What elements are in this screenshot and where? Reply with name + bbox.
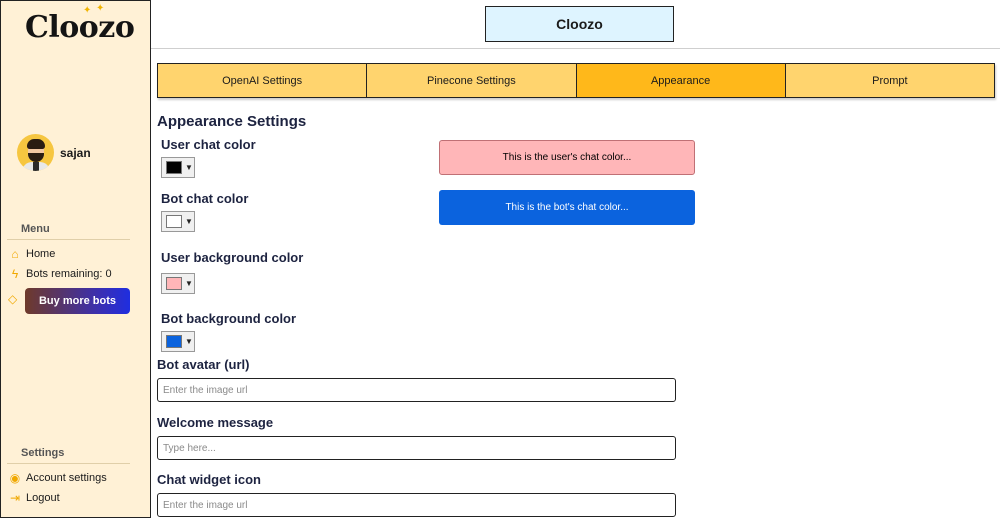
username: sajan <box>60 145 91 160</box>
user-chat-preview: This is the user's chat color... <box>439 140 695 175</box>
page-title: Cloozo <box>485 6 674 42</box>
sidebar-item-account-settings[interactable]: ◉ Account settings <box>8 471 107 485</box>
tab-prompt[interactable]: Prompt <box>785 64 994 97</box>
avatar <box>17 134 54 171</box>
sidebar: Cloozo ✦ ✦ sajan Menu ⌂ Home ϟ Bots rema… <box>0 0 151 518</box>
caret-down-icon: ▼ <box>185 337 193 346</box>
divider <box>7 463 130 464</box>
home-icon: ⌂ <box>11 247 19 261</box>
settings-tabs: OpenAI Settings Pinecone Settings Appear… <box>157 63 995 98</box>
bot-chat-color-label: Bot chat color <box>161 191 249 206</box>
color-swatch <box>166 161 182 174</box>
buy-more-bots-button[interactable]: Buy more bots <box>25 288 130 314</box>
bot-avatar-label: Bot avatar (url) <box>157 357 250 372</box>
color-swatch <box>166 277 182 290</box>
bot-avatar-url-input[interactable] <box>157 378 676 402</box>
sidebar-item-label: Account settings <box>26 472 107 484</box>
tab-pinecone-settings[interactable]: Pinecone Settings <box>367 64 577 97</box>
color-swatch <box>166 335 182 348</box>
header-divider <box>151 48 1000 49</box>
section-heading: Appearance Settings <box>157 113 307 130</box>
welcome-message-input[interactable] <box>157 436 676 460</box>
chat-widget-icon-input[interactable] <box>157 493 676 517</box>
bot-chat-preview: This is the bot's chat color... <box>439 190 695 225</box>
user-circle-icon: ◉ <box>9 471 21 485</box>
sidebar-item-label: Logout <box>26 492 60 504</box>
sidebar-item-logout[interactable]: ⇥ Logout <box>8 491 60 505</box>
caret-down-icon: ▼ <box>185 279 193 288</box>
tab-openai-settings[interactable]: OpenAI Settings <box>158 64 368 97</box>
tab-appearance[interactable]: Appearance <box>576 64 786 97</box>
menu-section-label: Menu <box>21 223 50 235</box>
lightning-icon: ϟ <box>11 267 19 281</box>
bot-background-color-picker[interactable]: ▼ <box>161 331 195 352</box>
user-profile[interactable]: sajan <box>17 134 91 171</box>
welcome-message-label: Welcome message <box>157 415 274 430</box>
caret-down-icon: ▼ <box>185 217 193 226</box>
divider <box>7 239 130 240</box>
caret-down-icon: ▼ <box>185 163 193 172</box>
color-swatch <box>166 215 182 228</box>
chat-widget-icon-label: Chat widget icon <box>157 472 261 487</box>
logo-text: Cloozo <box>25 10 135 45</box>
bot-chat-color-picker[interactable]: ▼ <box>161 211 195 232</box>
user-background-color-picker[interactable]: ▼ <box>161 273 195 294</box>
sparkle-icon: ✦ <box>83 5 92 16</box>
sidebar-item-bots-remaining: ϟ Bots remaining: 0 <box>8 267 112 281</box>
diamond-icon: ◇ <box>8 292 18 306</box>
sidebar-item-label: Bots remaining: 0 <box>26 268 112 280</box>
user-chat-color-label: User chat color <box>161 137 256 152</box>
logo[interactable]: Cloozo ✦ ✦ <box>25 3 135 45</box>
user-background-color-label: User background color <box>161 250 304 265</box>
bot-background-color-label: Bot background color <box>161 311 297 326</box>
sidebar-item-home[interactable]: ⌂ Home <box>8 247 55 261</box>
sparkle-icon: ✦ <box>96 3 105 14</box>
settings-section-label: Settings <box>21 447 65 459</box>
sidebar-item-label: Home <box>26 248 56 260</box>
user-chat-color-picker[interactable]: ▼ <box>161 157 195 178</box>
logout-icon: ⇥ <box>9 491 21 505</box>
